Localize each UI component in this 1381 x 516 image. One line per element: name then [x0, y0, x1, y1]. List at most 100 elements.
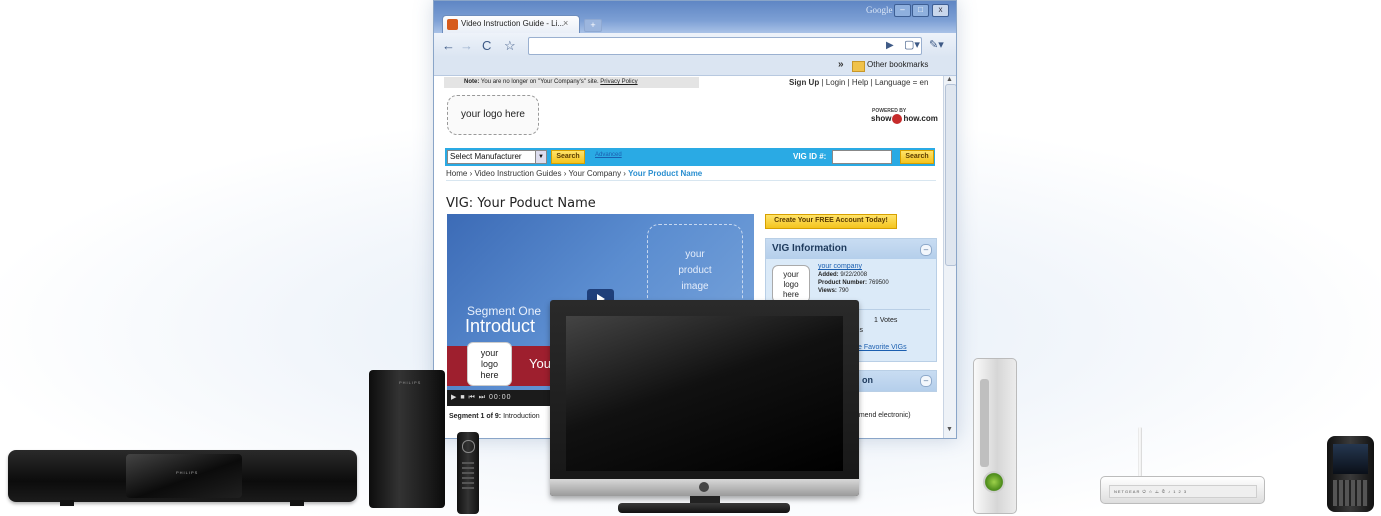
votes-count: 1 Votes — [874, 317, 898, 324]
router-status-panel: NETGEAR ⏻ ☆ ⚠ ✆ ♪ 1 2 3 — [1109, 485, 1257, 498]
scroll-up-icon[interactable]: ▲ — [946, 76, 953, 83]
other-bookmarks-link[interactable]: Other bookmarks — [867, 60, 928, 69]
product-image-line: image — [681, 281, 709, 292]
disc-slot — [980, 379, 989, 467]
segment-caption: Segment 1 of 9: Introduction — [449, 413, 540, 420]
page-title: VIG: Your Poduct Name — [446, 196, 596, 211]
segment-count: Segment 1 of 9: — [449, 413, 502, 420]
minimize-icon[interactable]: – — [894, 4, 911, 17]
company-logo-line: logo — [783, 280, 799, 289]
subwoofer-brand: PHILIPS — [399, 380, 422, 385]
product-number-value: 769500 — [867, 280, 889, 286]
tv-screen — [566, 316, 843, 471]
scroll-down-icon[interactable]: ▼ — [946, 426, 953, 433]
remote-dpad-icon — [462, 440, 475, 453]
soundbar: PHILIPS — [8, 450, 357, 502]
company-logo-line: your — [783, 270, 799, 279]
account-links: Sign Up | Login | Help | Language = en — [789, 78, 928, 87]
collapse-icon[interactable]: – — [920, 244, 932, 256]
manufacturer-select-value: Select Manufacturer — [450, 152, 522, 161]
product-number-label: Product Number: — [818, 280, 868, 286]
breadcrumb-guides[interactable]: Video Instruction Guides — [474, 169, 561, 178]
forward-arrow-icon[interactable]: → — [460, 39, 473, 52]
breadcrumb-home[interactable]: Home — [446, 169, 467, 178]
views-label: Views: — [818, 288, 837, 294]
new-tab-button[interactable]: + — [584, 19, 602, 32]
showhow-logo[interactable]: show how.com — [871, 114, 938, 124]
favicon-icon — [447, 19, 458, 30]
wireless-router: NETGEAR ⏻ ☆ ⚠ ✆ ♪ 1 2 3 — [1100, 476, 1265, 504]
added-value: 9/22/2008 — [838, 272, 868, 278]
note-label: Note: — [464, 79, 480, 85]
sign-up-link[interactable]: Sign Up — [789, 78, 819, 87]
player-control-icons[interactable]: ▶ ■ ⏮ ⏭ 00:00 — [451, 393, 512, 402]
tv-logo-icon — [699, 482, 709, 492]
company-logo-placeholder: your logo here — [772, 265, 810, 303]
address-bar[interactable] — [528, 37, 922, 55]
tv-stand-base — [618, 503, 790, 513]
breadcrumb-current: Your Product Name — [628, 169, 703, 178]
search-bar: Select Manufacturer ▼ Search Advanced VI… — [445, 148, 935, 166]
go-arrow-icon[interactable]: ▶ — [886, 39, 894, 52]
bookmarks-bar: » Other bookmarks — [434, 57, 956, 76]
privacy-policy-link[interactable]: Privacy Policy — [600, 79, 637, 85]
tab-title: Video Instruction Guide - Li... — [461, 19, 565, 28]
company-logo-line: here — [782, 290, 799, 299]
reload-icon[interactable]: C — [482, 39, 491, 52]
views-value: 790 — [836, 288, 849, 294]
vig-id-input[interactable] — [832, 150, 892, 164]
video-logo-line: here — [480, 370, 499, 380]
browser-tab[interactable]: Video Instruction Guide - Li... × — [442, 15, 580, 34]
back-arrow-icon[interactable]: ← — [442, 39, 455, 52]
time-readout: 00:00 — [489, 394, 512, 401]
vig-id-label: VIG ID #: — [793, 152, 827, 161]
collapse-icon[interactable]: – — [920, 375, 932, 387]
manufacturer-select[interactable]: Select Manufacturer ▼ — [447, 150, 547, 164]
band-text: You — [529, 356, 551, 371]
chevron-down-icon: ▼ — [535, 151, 546, 163]
power-ring-icon — [983, 471, 1005, 493]
advanced-search-link[interactable]: Advanced — [595, 152, 622, 158]
create-account-button[interactable]: Create Your FREE Account Today! — [765, 214, 897, 229]
bookmark-star-icon[interactable]: ☆ — [504, 39, 516, 52]
maximize-icon[interactable]: □ — [912, 4, 929, 17]
vig-info-title: VIG Information — [766, 239, 936, 259]
logo-right: how.com — [903, 114, 938, 124]
soundbar-center-panel: PHILIPS — [126, 454, 242, 498]
soundbar-foot — [290, 500, 304, 506]
video-logo-placeholder: your logo here — [467, 342, 512, 386]
logo-left: show — [871, 114, 892, 124]
window-label: Google — [866, 5, 893, 15]
wrench-icon[interactable]: ✎▾ — [929, 39, 944, 52]
segment-name: Introduction — [501, 413, 540, 420]
scrollbar-thumb[interactable] — [945, 84, 956, 266]
tab-close-icon[interactable]: × — [563, 18, 568, 28]
video-logo-line: logo — [480, 359, 498, 369]
soundbar-brand: PHILIPS — [176, 470, 199, 475]
favorite-vigs-link[interactable]: e Favorite VIGs — [858, 344, 907, 351]
product-image-line: product — [678, 265, 712, 276]
breadcrumb: Home › Video Instruction Guides › Your C… — [446, 169, 703, 178]
title-bar: Video Instruction Guide - Li... × + Goog… — [434, 1, 956, 34]
scrollbar[interactable]: ▲ ▼ — [943, 76, 956, 438]
added-label: Added: — [818, 272, 839, 278]
search-button[interactable]: Search — [551, 150, 585, 164]
close-window-icon[interactable]: x — [932, 4, 949, 17]
vig-details: your company Added: 9/22/2008 Product Nu… — [818, 263, 889, 295]
top-links[interactable]: | Login | Help | Language = en — [819, 78, 928, 87]
page-menu-icon[interactable]: ▢▾ — [904, 39, 920, 52]
remote-control — [457, 432, 479, 514]
bookmarks-chevron-icon[interactable]: » — [838, 59, 844, 70]
subwoofer: PHILIPS — [369, 370, 445, 508]
phone-screen — [1333, 444, 1368, 474]
phone-keyboard — [1333, 480, 1368, 506]
note-text: You are no longer on "Your Company's" si… — [479, 79, 601, 85]
breadcrumb-company[interactable]: Your Company — [568, 169, 621, 178]
company-link[interactable]: your company — [818, 263, 889, 271]
site-logo-placeholder[interactable]: your logo here — [447, 95, 539, 135]
browser-toolbar: ← → C ☆ ▶ ▢▾ ✎▾ — [434, 33, 956, 57]
vig-search-button[interactable]: Search — [900, 150, 934, 164]
site-notice: Note: You are no longer on "Your Company… — [444, 77, 699, 88]
smartphone — [1327, 436, 1374, 512]
remote-keys — [462, 462, 474, 492]
